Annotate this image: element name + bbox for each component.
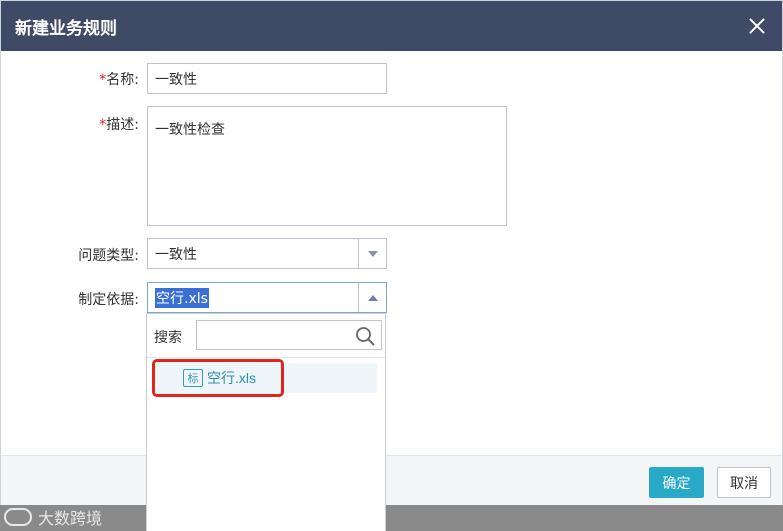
description-label-text: 描述: [106, 117, 139, 133]
highlight-annotation [152, 359, 284, 397]
basis-select[interactable]: 空行.xls [147, 282, 387, 313]
chevron-down-icon[interactable] [358, 239, 386, 268]
watermark-text: 大数跨境 [38, 509, 103, 528]
name-label-text: 名称: [106, 72, 139, 88]
issue-type-value: 一致性 [155, 246, 197, 263]
basis-dropdown-panel: 搜索 标 空行.xls [146, 313, 386, 531]
description-value: 一致性检查 [155, 122, 225, 138]
basis-label: 制定依据: [19, 289, 139, 309]
basis-value: 空行.xls [155, 287, 209, 308]
basis-label-text: 制定依据: [78, 292, 139, 308]
name-label: *名称: [19, 69, 139, 89]
cancel-button[interactable]: 取消 [717, 467, 771, 498]
dropdown-search-row: 搜索 [147, 314, 385, 358]
search-label: 搜索 [154, 330, 182, 346]
ok-button[interactable]: 确定 [649, 467, 704, 498]
close-icon[interactable] [746, 15, 768, 37]
watermark-logo-icon [4, 508, 32, 526]
description-textarea[interactable]: 一致性检查 [147, 106, 507, 226]
issue-type-select[interactable]: 一致性 [147, 238, 387, 269]
description-label: *描述: [19, 114, 139, 134]
issue-type-label: 问题类型: [19, 245, 139, 265]
chevron-up-icon[interactable] [358, 283, 386, 312]
dialog-title: 新建业务规则 [15, 18, 117, 39]
name-input-value: 一致性 [155, 71, 197, 88]
name-input[interactable]: 一致性 [147, 63, 387, 94]
search-input[interactable] [196, 320, 382, 350]
issue-type-label-text: 问题类型: [78, 248, 139, 264]
search-icon[interactable] [355, 326, 375, 346]
dialog-header: 新建业务规则 [1, 1, 782, 51]
watermark: 大数跨境 [4, 506, 102, 528]
new-business-rule-dialog: 新建业务规则 *名称: 一致性 *描述: 一致性检查 问题类型: 一致性 制定依… [0, 0, 783, 505]
